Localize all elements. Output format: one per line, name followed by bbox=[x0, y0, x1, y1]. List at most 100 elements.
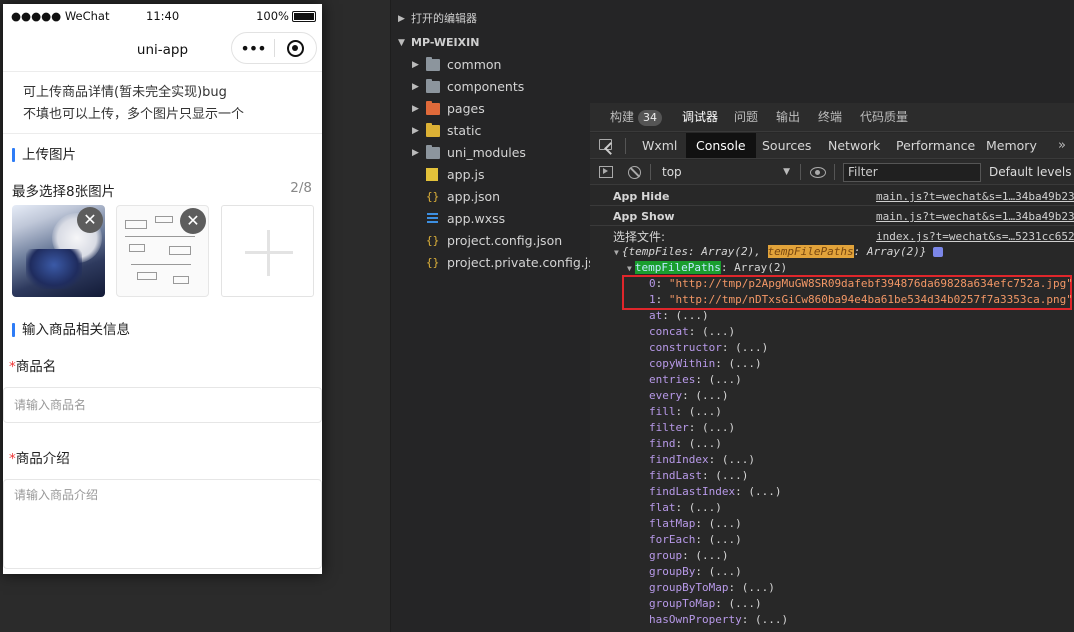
tab-problems[interactable]: 问题 bbox=[734, 103, 758, 132]
object-summary[interactable]: ▼ {tempFiles: Array(2), tempFilePaths: Ar… bbox=[614, 244, 944, 260]
prototype-method-row[interactable]: constructor: (...) bbox=[649, 340, 768, 356]
tab-network[interactable]: Network bbox=[828, 133, 880, 158]
prototype-method-row[interactable]: filter: (...) bbox=[649, 420, 735, 436]
tree-item-project-config[interactable]: {} project.config.json bbox=[391, 230, 591, 252]
image-thumbnail[interactable]: ✕ bbox=[116, 205, 209, 297]
open-editors-header[interactable]: ▶ 打开的编辑器 bbox=[391, 8, 590, 30]
prototype-method-row[interactable]: every: (...) bbox=[649, 388, 728, 404]
tree-item-common[interactable]: ▶ common bbox=[391, 54, 591, 76]
log-message: 选择文件: bbox=[613, 230, 666, 244]
inspect-element-icon[interactable] bbox=[599, 139, 612, 150]
method-value: : (...) bbox=[695, 565, 742, 578]
signal-indicator: ●●●●● WeChat bbox=[11, 9, 110, 23]
method-name: groupBy bbox=[649, 565, 696, 578]
tab-console[interactable]: Console bbox=[686, 133, 756, 158]
prototype-method-row[interactable]: findLastIndex: (...) bbox=[649, 484, 781, 500]
tab-terminal[interactable]: 终端 bbox=[818, 103, 842, 132]
log-levels-dropdown[interactable]: Default levels ▼ bbox=[989, 160, 1074, 185]
tree-item-pages[interactable]: ▶ pages bbox=[391, 98, 591, 120]
prototype-method-row[interactable]: groupToMap: (...) bbox=[649, 596, 762, 612]
expanded-property[interactable]: ▼ tempFilePaths: Array(2) bbox=[627, 260, 787, 276]
tab-wxml[interactable]: Wxml bbox=[642, 133, 677, 158]
product-name-input[interactable]: 请输入商品名 bbox=[3, 387, 322, 423]
simulator-panel: ●●●●● WeChat 11:40 100% uni-app ••• 可上传商… bbox=[0, 0, 390, 632]
method-name: findLastIndex bbox=[649, 485, 736, 498]
product-desc-label-text: 商品介绍 bbox=[15, 451, 70, 467]
tab-performance[interactable]: Performance bbox=[896, 133, 975, 158]
log-source-link[interactable]: index.js?t=wechat&s=…5231cc652 bbox=[876, 229, 1074, 245]
tree-item-uni-modules[interactable]: ▶ uni_modules bbox=[391, 142, 591, 164]
more-tabs-icon[interactable]: » bbox=[1058, 133, 1066, 158]
tree-item-components[interactable]: ▶ components bbox=[391, 76, 591, 98]
collapsed-caret-icon: ▶ bbox=[412, 104, 419, 114]
method-value: : (...) bbox=[675, 501, 722, 514]
method-value: : (...) bbox=[688, 325, 736, 338]
tree-item-app-js[interactable]: app.js bbox=[391, 164, 591, 186]
prototype-method-row[interactable]: flat: (...) bbox=[649, 500, 722, 516]
tab-memory[interactable]: Memory bbox=[986, 133, 1037, 158]
prototype-method-row[interactable]: groupBy: (...) bbox=[649, 564, 742, 580]
diagram-box bbox=[155, 216, 173, 223]
context-selector[interactable]: top ▼ bbox=[658, 160, 794, 185]
prototype-method-row[interactable]: group: (...) bbox=[649, 548, 728, 564]
prototype-method-row[interactable]: findLast: (...) bbox=[649, 468, 748, 484]
tree-item-app-json[interactable]: {} app.json bbox=[391, 186, 591, 208]
diagram-line bbox=[125, 236, 195, 237]
close-target-icon bbox=[286, 39, 304, 57]
collapsed-caret-icon: ▶ bbox=[398, 14, 405, 24]
product-desc-label: *商品介绍 bbox=[3, 449, 322, 469]
expanded-triangle-icon: ▼ bbox=[627, 264, 632, 273]
sidebar-toggle-icon[interactable] bbox=[599, 166, 613, 178]
collapsed-caret-icon: ▶ bbox=[412, 126, 419, 136]
prototype-method-row[interactable]: find: (...) bbox=[649, 436, 722, 452]
add-image-button[interactable] bbox=[221, 205, 314, 297]
debug-tab-bar: 构建 34 调试器 问题 输出 终端 代码质量 bbox=[590, 103, 1074, 132]
image-thumbnail[interactable]: ✕ bbox=[12, 205, 105, 297]
prototype-method-row[interactable]: hasOwnProperty: (...) bbox=[649, 612, 788, 628]
tab-output[interactable]: 输出 bbox=[776, 103, 800, 132]
diagram-line bbox=[131, 264, 191, 265]
thumbnail-art bbox=[26, 249, 82, 289]
prototype-method-row[interactable]: concat: (...) bbox=[649, 324, 735, 340]
method-value: : (...) bbox=[682, 389, 729, 402]
delete-image-button[interactable]: ✕ bbox=[180, 208, 206, 234]
toolbar-divider bbox=[800, 164, 801, 180]
prototype-method-row[interactable]: copyWithin: (...) bbox=[649, 356, 762, 372]
tab-sources[interactable]: Sources bbox=[762, 133, 811, 158]
log-source-link[interactable]: main.js?t=wechat&s=1…34ba49b23 bbox=[876, 190, 1074, 203]
live-expression-eye-icon[interactable] bbox=[810, 167, 826, 178]
close-miniprogram-button[interactable] bbox=[275, 39, 316, 57]
prototype-method-row[interactable]: forEach: (...) bbox=[649, 532, 742, 548]
prototype-method-row[interactable]: flatMap: (...) bbox=[649, 516, 742, 532]
tree-item-app-wxss[interactable]: app.wxss bbox=[391, 208, 591, 230]
context-value: top bbox=[662, 165, 682, 179]
method-name: findIndex bbox=[649, 453, 709, 466]
status-bar: ●●●●● WeChat 11:40 100% bbox=[3, 4, 322, 28]
prototype-method-row[interactable]: entries: (...) bbox=[649, 372, 742, 388]
tab-code-quality[interactable]: 代码质量 bbox=[860, 103, 908, 132]
filter-input[interactable]: Filter bbox=[843, 163, 981, 182]
prototype-method-row[interactable]: groupByToMap: (...) bbox=[649, 580, 775, 596]
method-name: entries bbox=[649, 373, 696, 386]
tree-item-label: app.wxss bbox=[447, 211, 506, 226]
log-source-link[interactable]: main.js?t=wechat&s=1…34ba49b23 bbox=[876, 210, 1074, 223]
more-icon[interactable]: ••• bbox=[232, 39, 274, 58]
diagram-box bbox=[169, 246, 191, 255]
delete-image-button[interactable]: ✕ bbox=[77, 207, 103, 233]
project-header[interactable]: ▼ MP-WEIXIN bbox=[391, 32, 590, 54]
prototype-method-row[interactable]: fill: (...) bbox=[649, 404, 722, 420]
product-desc-textarea[interactable]: 请输入商品介绍 bbox=[3, 479, 322, 569]
toolbar-divider bbox=[625, 138, 626, 154]
prototype-method-row[interactable]: at: (...) bbox=[649, 308, 709, 324]
clear-console-icon[interactable] bbox=[628, 166, 641, 179]
prototype-method-row[interactable]: findIndex: (...) bbox=[649, 452, 755, 468]
tree-item-static[interactable]: ▶ static bbox=[391, 120, 591, 142]
tree-item-project-private-config[interactable]: {} project.private.config.js... bbox=[391, 252, 591, 274]
method-value: : (...) bbox=[695, 373, 742, 386]
tab-build[interactable]: 构建 34 bbox=[610, 103, 663, 132]
method-name: at bbox=[649, 309, 663, 322]
array-entry: 1: "http://tmp/nDTxsGiCw860ba94e4ba61be5… bbox=[649, 293, 1073, 306]
method-value: : (...) bbox=[688, 421, 736, 434]
open-editors-label: 打开的编辑器 bbox=[411, 12, 477, 25]
tab-debugger[interactable]: 调试器 bbox=[682, 103, 718, 132]
